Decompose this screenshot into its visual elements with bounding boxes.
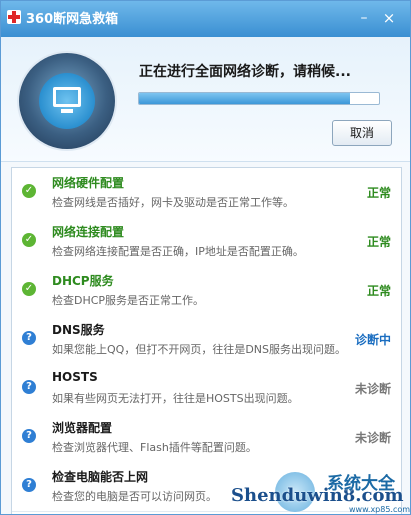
check-status: 未诊断 — [354, 431, 391, 445]
check-description: 检查DHCP服务是否正常工作。 — [52, 294, 205, 307]
check-title: DNS服务 — [52, 323, 105, 337]
check-title: 浏览器配置 — [52, 421, 113, 435]
check-status: 未诊断 — [354, 382, 391, 396]
check-status: 诊断中 — [354, 333, 391, 347]
check-row: ? DNS服务 如果您能上QQ，但打不开网页，往往是DNS服务出现问题。 诊断中 — [12, 315, 401, 365]
title-bar: 360断网急救箱 – × — [1, 1, 410, 37]
window-title: 360断网急救箱 — [26, 12, 119, 27]
diagnosis-status-text: 正在进行全面网络诊断，请稍候... — [139, 64, 351, 80]
check-title: HOSTS — [52, 370, 98, 384]
check-title: 网络硬件配置 — [52, 176, 125, 190]
check-title: 检查电脑能否上网 — [52, 470, 149, 484]
check-row: ? HOSTS 如果有些网页无法打开，往往是HOSTS出现问题。 未诊断 — [12, 364, 401, 414]
check-status: 正常 — [366, 235, 391, 249]
question-icon: ? — [22, 429, 36, 443]
check-title: 网络连接配置 — [52, 225, 125, 239]
check-description: 检查网线是否插好，网卡及驱动是否正常工作等。 — [52, 196, 294, 209]
watermark-url: www.xp85.com — [349, 505, 411, 514]
check-done-icon: ✓ — [22, 233, 36, 247]
network-monitor-logo — [19, 53, 115, 149]
watermark-cn-text: 系统大全 — [327, 474, 395, 494]
app-window: 360断网急救箱 – × 正在进行全面网络诊断，请稍候... 取消 ✓ 网络硬件… — [0, 0, 411, 515]
site-watermark: Shenduwin8.com 系统大全 www.xp85.com — [231, 469, 411, 514]
check-status: 正常 — [366, 186, 391, 200]
check-description: 检查浏览器代理、Flash插件等配置问题。 — [52, 441, 257, 454]
check-description: 检查网络连接配置是否正确，IP地址是否配置正确。 — [52, 245, 304, 258]
red-cross-icon — [7, 10, 21, 24]
check-description: 如果您能上QQ，但打不开网页，往往是DNS服务出现问题。 — [52, 343, 346, 356]
check-row: ? 浏览器配置 检查浏览器代理、Flash插件等配置问题。 未诊断 — [12, 413, 401, 463]
check-row: ✓ DHCP服务 检查DHCP服务是否正常工作。 正常 — [12, 266, 401, 316]
close-button[interactable]: × — [381, 10, 397, 26]
check-description: 检查您的电脑是否可以访问网页。 — [52, 490, 217, 503]
check-status: 正常 — [366, 284, 391, 298]
check-description: 如果有些网页无法打开，往往是HOSTS出现问题。 — [52, 392, 299, 405]
check-done-icon: ✓ — [22, 184, 36, 198]
check-row: ✓ 网络硬件配置 检查网线是否插好，网卡及驱动是否正常工作等。 正常 — [12, 168, 401, 218]
diagnosis-header: 正在进行全面网络诊断，请稍候... 取消 — [1, 37, 410, 162]
question-icon: ? — [22, 380, 36, 394]
check-row: ✓ 网络连接配置 检查网络连接配置是否正确，IP地址是否配置正确。 正常 — [12, 217, 401, 267]
cancel-button[interactable]: 取消 — [332, 120, 392, 146]
question-icon: ? — [22, 478, 36, 492]
diagnosis-progress-bar — [138, 92, 380, 105]
check-list: ✓ 网络硬件配置 检查网线是否插好，网卡及驱动是否正常工作等。 正常 ✓ 网络连… — [11, 167, 402, 514]
check-title: DHCP服务 — [52, 274, 114, 288]
question-icon: ? — [22, 331, 36, 345]
monitor-icon — [39, 73, 95, 129]
minimize-button[interactable]: – — [356, 10, 372, 26]
check-done-icon: ✓ — [22, 282, 36, 296]
progress-fill — [139, 93, 351, 104]
